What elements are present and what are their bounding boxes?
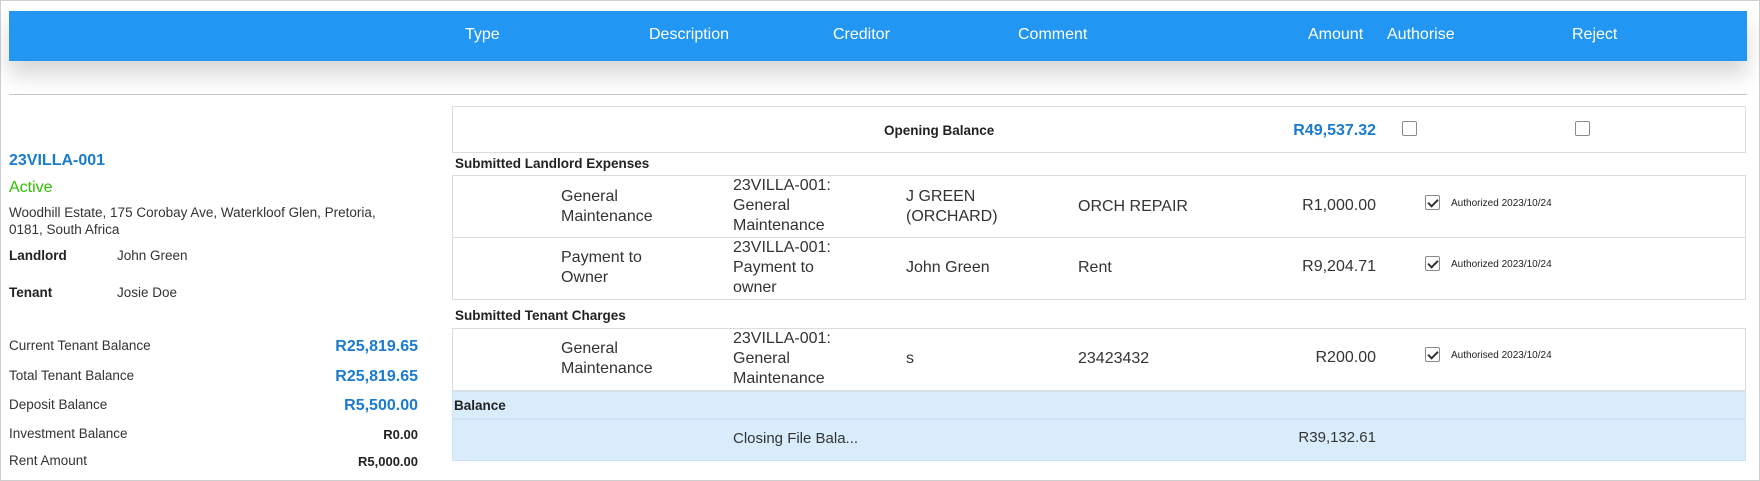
expense-description: 23VILLA-001: General Maintenance (733, 177, 831, 234)
authorization-status: Authorized 2023/10/24 (1451, 198, 1552, 209)
current-tenant-balance-label: Current Tenant Balance (9, 338, 151, 353)
rent-amount-value: R5,000.00 (358, 454, 418, 469)
expense-type: General Maintenance (561, 188, 653, 225)
total-tenant-balance-value: R25,819.65 (335, 368, 418, 385)
row-separator (452, 237, 1746, 238)
balance-heading-row (452, 391, 1746, 419)
charge-amount: R200.00 (1315, 349, 1377, 366)
expense-authorise-checkbox[interactable] (1425, 256, 1440, 271)
column-header-creditor[interactable]: Creditor (833, 11, 890, 59)
charge-type: General Maintenance (561, 340, 653, 377)
landlord-label: Landlord (9, 248, 67, 263)
tenant-charges-heading: Submitted Tenant Charges (455, 308, 626, 323)
column-header-type[interactable]: Type (465, 11, 500, 59)
charge-description: 23VILLA-001: General Maintenance (733, 330, 831, 387)
column-header-comment[interactable]: Comment (1018, 11, 1087, 59)
property-code-link[interactable]: 23VILLA-001 (9, 152, 105, 170)
balance-heading: Balance (454, 398, 506, 413)
expense-comment: Rent (1078, 259, 1112, 276)
opening-authorise-checkbox[interactable] (1402, 121, 1417, 136)
expense-creditor: John Green (906, 259, 990, 276)
closing-balance-row (452, 419, 1746, 461)
charge-authorise-checkbox[interactable] (1425, 347, 1440, 362)
authorization-status: Authorised 2023/10/24 (1451, 350, 1552, 361)
deposit-balance-value: R5,500.00 (344, 397, 418, 414)
expense-description: 23VILLA-001: Payment to owner (733, 239, 831, 296)
expense-comment: ORCH REPAIR (1078, 198, 1188, 215)
expense-authorise-checkbox[interactable] (1425, 195, 1440, 210)
expense-type: Payment to Owner (561, 249, 642, 286)
property-status: Active (9, 179, 53, 196)
property-address: Woodhill Estate, 175 Corobay Ave, Waterk… (9, 205, 376, 237)
opening-balance-label: Opening Balance (884, 123, 995, 138)
expense-amount: R1,000.00 (1302, 197, 1376, 214)
expense-amount: R9,204.71 (1302, 258, 1376, 275)
closing-balance-label: Closing File Bala... (733, 430, 859, 447)
charge-creditor: s (906, 350, 914, 367)
opening-balance-amount: R49,537.32 (1293, 122, 1376, 139)
opening-balance-row (452, 106, 1746, 153)
column-header-description[interactable]: Description (649, 11, 729, 59)
rent-amount-label: Rent Amount (9, 453, 88, 468)
opening-reject-checkbox[interactable] (1575, 121, 1590, 136)
tenant-name: Josie Doe (117, 285, 178, 300)
closing-balance-amount: R39,132.61 (1298, 429, 1376, 446)
investment-balance-value: R0.00 (383, 427, 418, 442)
tenant-label: Tenant (9, 285, 53, 300)
header-divider (9, 94, 1747, 95)
deposit-balance-label: Deposit Balance (9, 397, 108, 412)
expense-creditor: J GREEN (ORCHARD) (906, 188, 998, 225)
column-header-amount[interactable]: Amount (1308, 11, 1363, 59)
table-header: Type Description Creditor Comment Amount… (9, 11, 1747, 61)
investment-balance-label: Investment Balance (9, 426, 128, 441)
charge-comment: 23423432 (1078, 350, 1150, 367)
current-tenant-balance-value: R25,819.65 (335, 338, 418, 355)
column-header-authorise[interactable]: Authorise (1387, 11, 1455, 59)
landlord-expenses-heading: Submitted Landlord Expenses (455, 156, 650, 171)
column-header-reject[interactable]: Reject (1572, 11, 1617, 59)
landlord-name: John Green (117, 248, 188, 263)
total-tenant-balance-label: Total Tenant Balance (9, 368, 135, 383)
authorization-status: Authorized 2023/10/24 (1451, 259, 1552, 270)
